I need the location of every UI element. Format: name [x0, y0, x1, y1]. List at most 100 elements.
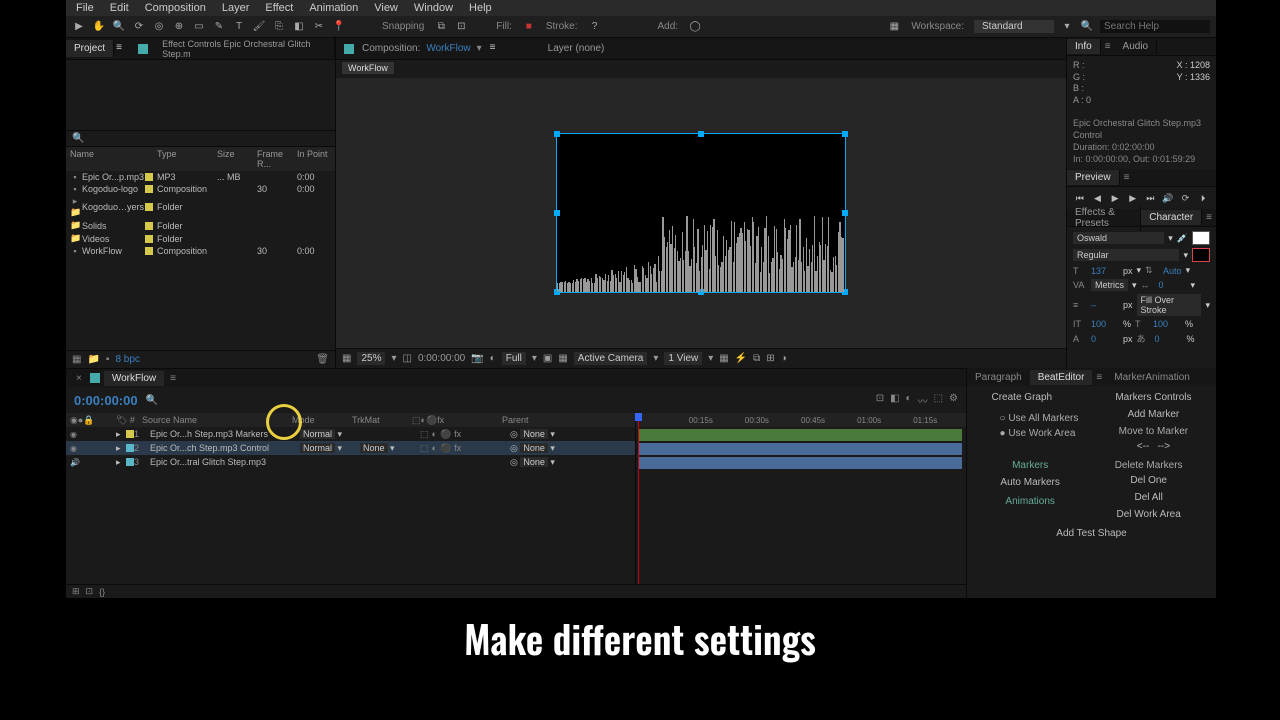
fill-over-stroke-select[interactable]: Fill Over Stroke [1137, 294, 1202, 316]
time-ruler[interactable]: 00:15s 00:30s 00:45s 01:00s 01:15s [636, 413, 966, 427]
comp-viewer[interactable] [336, 78, 1066, 348]
cam-dropdown-icon[interactable]: ▾ [653, 353, 658, 364]
exposure-icon[interactable]: ◑ [781, 353, 787, 364]
transform-handle[interactable] [842, 131, 848, 137]
font-dropdown-icon[interactable]: ▾ [1168, 233, 1173, 244]
snap-option-icon[interactable]: ⊡ [454, 20, 468, 34]
timecode-display[interactable]: 0:00:00:00 [418, 353, 465, 364]
expand-icon[interactable]: {} [99, 587, 105, 597]
shape-tool-icon[interactable]: ▭ [192, 20, 206, 34]
blend-mode-select[interactable]: Normal [300, 443, 335, 453]
zoom-tool-icon[interactable]: 🔍 [112, 20, 126, 34]
toggle-switches-icon[interactable]: ⊞ [72, 586, 80, 597]
blend-mode-select[interactable]: Normal [300, 429, 335, 439]
menu-window[interactable]: Window [406, 2, 461, 14]
col-trkmat[interactable]: TrkMat [352, 415, 412, 425]
zoom-dropdown-icon[interactable]: ▾ [391, 353, 396, 364]
next-frame-icon[interactable]: ▶ [1126, 191, 1140, 205]
camera-select[interactable]: Active Camera [574, 352, 648, 365]
layer-bar[interactable] [638, 429, 962, 441]
comp-dropdown-icon[interactable]: ▾ [477, 43, 482, 54]
workspace-select[interactable]: Standard [974, 20, 1054, 33]
fill-swatch[interactable] [1192, 231, 1210, 245]
composition-name[interactable]: WorkFlow [426, 43, 470, 54]
layer-name[interactable]: Epic Or...h Step.mp3 Markers [150, 429, 300, 439]
search-icon[interactable]: 🔍 [146, 395, 158, 406]
current-time-indicator[interactable] [638, 413, 639, 584]
play-icon[interactable]: ▶ [1108, 191, 1122, 205]
menu-composition[interactable]: Composition [137, 2, 214, 14]
search-help-input[interactable] [1100, 20, 1210, 33]
last-frame-icon[interactable]: ⏭ [1144, 191, 1158, 205]
shy-icon[interactable]: ⊡ [876, 393, 884, 408]
project-item[interactable]: ▸📁Kogoduo…yersFolder [66, 195, 335, 219]
menu-edit[interactable]: Edit [102, 2, 137, 14]
roi-icon[interactable]: ▣ [543, 353, 552, 364]
pin-tool-icon[interactable]: 📍 [332, 20, 346, 34]
layer-color-swatch[interactable] [126, 458, 134, 466]
col-type[interactable]: Type [157, 149, 217, 169]
project-item[interactable]: ▪Kogoduo-logoComposition300:00 [66, 183, 335, 195]
stroke-swatch[interactable] [1192, 248, 1210, 262]
kern-dropdown-icon[interactable]: ▾ [1132, 280, 1137, 291]
pen-tool-icon[interactable]: ✎ [212, 20, 226, 34]
snapping-toggle-icon[interactable]: ⧉ [434, 20, 448, 34]
project-item[interactable]: ▪WorkFlowComposition300:00 [66, 245, 335, 257]
brush-tool-icon[interactable]: 🖌 [252, 20, 266, 34]
motion-blur-icon[interactable]: ◐ [906, 393, 912, 408]
frame-blend-icon[interactable]: ◧ [890, 393, 899, 408]
trkmat-select[interactable]: None [360, 443, 388, 453]
col-framerate[interactable]: Frame R... [257, 149, 297, 169]
views-dropdown-icon[interactable]: ▾ [708, 353, 713, 364]
effect-controls-tab[interactable]: Effect Controls Epic Orchestral Glitch S… [154, 36, 335, 62]
timeline-layer[interactable]: ◉▸2Epic Or...ch Step.mp3 ControlNormal ▾… [66, 441, 635, 455]
del-work-area-button[interactable]: Del Work Area [1115, 509, 1183, 520]
layer-bar[interactable] [638, 457, 962, 469]
bpc-button[interactable]: 8 bpc [115, 354, 139, 365]
vscale-input[interactable]: 100 [1091, 319, 1119, 329]
workspace-icon[interactable]: ▦ [887, 20, 901, 34]
font-size-input[interactable]: 137 [1091, 266, 1119, 276]
char-menu-icon[interactable]: ≡ [1202, 210, 1216, 225]
col-source-name[interactable]: Source Name [142, 415, 292, 425]
create-graph-button[interactable]: Create Graph [992, 392, 1079, 403]
use-work-area-radio[interactable]: ● Use Work Area [992, 428, 1079, 439]
loop-icon[interactable]: ⟳ [1179, 191, 1193, 205]
menu-file[interactable]: File [68, 2, 102, 14]
brainstorm-icon[interactable]: ⚙ [949, 393, 958, 408]
audio-tab[interactable]: Audio [1115, 39, 1158, 54]
character-tab[interactable]: Character [1141, 210, 1202, 225]
transparency-icon[interactable]: ▦ [558, 353, 567, 364]
comp-canvas[interactable] [556, 133, 846, 293]
parent-select[interactable]: None [520, 457, 548, 467]
first-frame-icon[interactable]: ⏮ [1073, 191, 1087, 205]
prev-marker-button[interactable]: <-- [1137, 441, 1150, 452]
timeline-track-area[interactable]: 00:15s 00:30s 00:45s 01:00s 01:15s [636, 413, 966, 584]
res-dropdown-icon[interactable]: ▾ [532, 353, 537, 364]
snapshot-icon[interactable]: 📷 [471, 353, 483, 364]
baseline-input[interactable]: 0 [1091, 334, 1119, 344]
preview-menu-icon[interactable]: ≡ [1120, 170, 1134, 185]
stroke-label[interactable]: Stroke: [542, 21, 582, 32]
project-tab[interactable]: Project [66, 40, 114, 57]
graph-editor-icon[interactable]: 〰 [918, 393, 928, 408]
timeline-layer[interactable]: 🔊▸3Epic Or...tral Glitch Step.mp3◎ None … [66, 455, 635, 469]
folder-icon[interactable]: 📁 [87, 354, 99, 365]
channel-icon[interactable]: ◐ [490, 353, 496, 364]
tsume-input[interactable]: 0 [1155, 334, 1183, 344]
markeranimation-tab[interactable]: MarkerAnimation [1106, 370, 1198, 385]
col-parent[interactable]: Parent [502, 415, 635, 425]
leading-input[interactable]: Auto [1163, 266, 1182, 276]
timeline-icon[interactable]: ⧉ [753, 353, 760, 364]
track-dropdown-icon[interactable]: ▾ [1191, 280, 1196, 291]
eyedropper-icon[interactable]: 💉 [1177, 233, 1188, 244]
layer-color-swatch[interactable] [126, 430, 134, 438]
timeline-layer[interactable]: ◉▸1Epic Or...h Step.mp3 MarkersNormal ▾⬚… [66, 427, 635, 441]
font-style-select[interactable]: Regular [1073, 249, 1179, 261]
camera-tool-icon[interactable]: ◎ [152, 20, 166, 34]
style-dropdown-icon[interactable]: ▾ [1183, 250, 1188, 261]
paragraph-tab[interactable]: Paragraph [967, 370, 1030, 385]
del-one-button[interactable]: Del One [1115, 475, 1183, 486]
fast-preview-icon[interactable]: ⚡ [735, 353, 747, 364]
layer-color-swatch[interactable] [126, 444, 134, 452]
